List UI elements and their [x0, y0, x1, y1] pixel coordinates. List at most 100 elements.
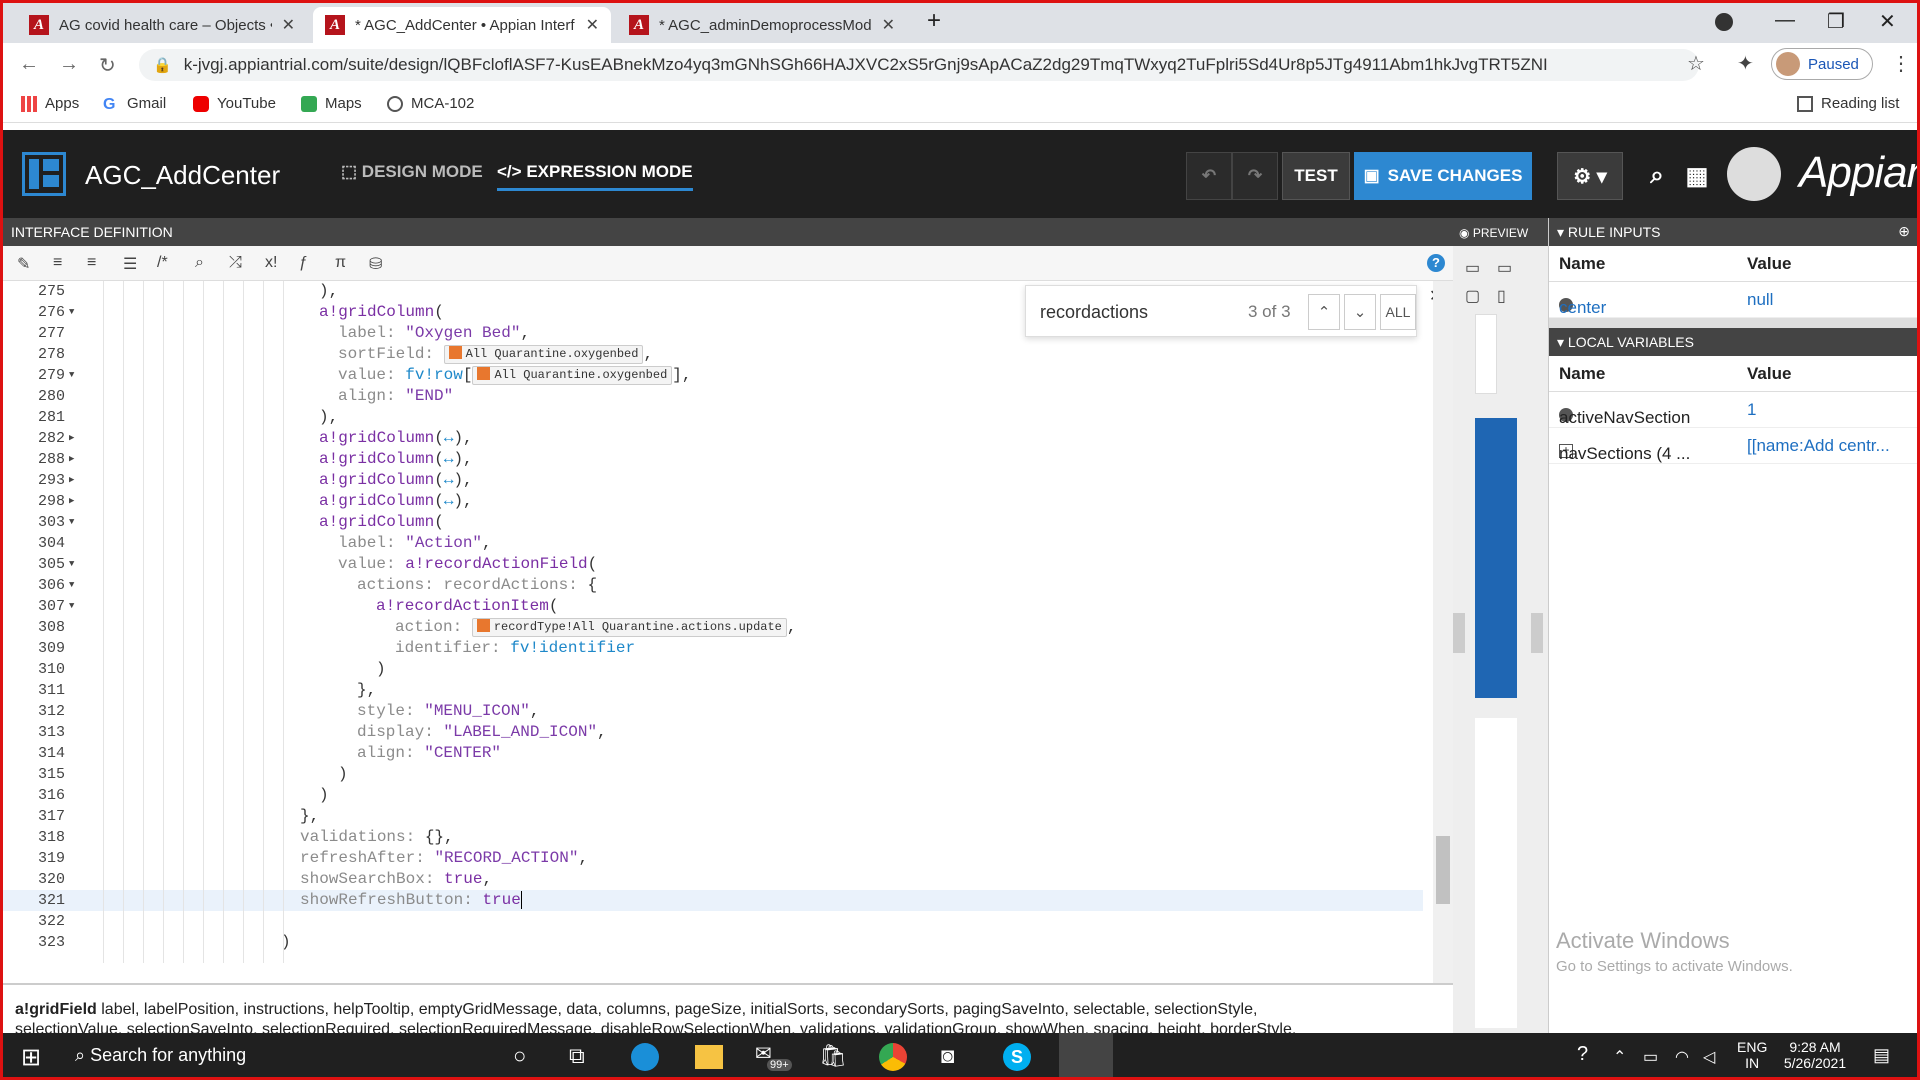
code-line[interactable]: 304 label: "Action",	[3, 533, 1423, 554]
find-input[interactable]: recordactions	[1040, 302, 1148, 323]
profile-button[interactable]: Paused	[1771, 48, 1873, 80]
fold-toggle-icon[interactable]: ▼	[69, 575, 74, 596]
restore-icon[interactable]: ❐	[1827, 9, 1845, 34]
save-changes-button[interactable]: ▣ SAVE CHANGES	[1354, 152, 1532, 200]
close-tab-icon[interactable]: ✕	[882, 15, 895, 35]
record-field-chip[interactable]: All Quarantine.oxygenbed	[443, 345, 644, 364]
fold-toggle-icon[interactable]: ▼	[69, 302, 74, 323]
code-line[interactable]: 322	[3, 911, 1423, 932]
minimize-icon[interactable]: —	[1775, 9, 1795, 32]
find-all-button[interactable]: ALL	[1380, 294, 1416, 330]
help-tray-icon[interactable]: ?	[1577, 1043, 1588, 1066]
rule-input-row[interactable]: center null	[1549, 282, 1917, 318]
code-line[interactable]: 282 ▶ a!gridColumn(↔),	[3, 428, 1423, 449]
find-next-button[interactable]: ⌄	[1344, 294, 1376, 330]
bookmark-apps[interactable]: Apps	[21, 95, 79, 112]
code-line[interactable]: 311},	[3, 680, 1423, 701]
close-window-icon[interactable]: ✕	[1879, 9, 1896, 34]
code-line[interactable]: 281),	[3, 407, 1423, 428]
format-wand-icon[interactable]: ✎	[17, 254, 30, 274]
bookmark-gmail[interactable]: G Gmail	[103, 95, 166, 113]
bookmark-mca102[interactable]: MCA-102	[387, 95, 474, 112]
list-icon[interactable]: ☰	[123, 254, 137, 274]
rule-inputs-header[interactable]: ▾ RULE INPUTS ⊕	[1549, 218, 1917, 246]
code-line[interactable]: 319 refreshAfter: "RECORD_ACTION",	[3, 848, 1423, 869]
browser-tab-addcenter[interactable]: A * AGC_AddCenter • Appian Interf ✕	[313, 7, 611, 43]
record-field-chip[interactable]: recordType!All Quarantine.actions.update	[471, 618, 787, 637]
code-line[interactable]: 316)	[3, 785, 1423, 806]
code-line[interactable]: 312 style: "MENU_ICON",	[3, 701, 1423, 722]
code-line[interactable]: 306 ▼ actions: recordActions: {	[3, 575, 1423, 596]
pi-icon[interactable]: π	[335, 254, 346, 272]
code-editor[interactable]: 275), 276 ▼ a!gridColumn( 277 label: "Oxyge…	[3, 281, 1433, 981]
fold-toggle-icon[interactable]: ▶	[69, 428, 74, 449]
wifi-icon[interactable]: ◠	[1675, 1047, 1689, 1067]
language-indicator[interactable]: ENG IN	[1737, 1039, 1767, 1071]
fold-toggle-icon[interactable]: ▼	[69, 365, 74, 386]
fold-toggle-icon[interactable]: ▶	[69, 491, 74, 512]
code-line[interactable]: 314 align: "CENTER"	[3, 743, 1423, 764]
code-line[interactable]: 318 validations: {},	[3, 827, 1423, 848]
fold-toggle-icon[interactable]: ▶	[69, 449, 74, 470]
fold-toggle-icon[interactable]: ▶	[69, 470, 74, 491]
code-line[interactable]: 279 ▼ value: fv!row[All Quarantine.oxygenb…	[3, 365, 1423, 386]
cortana-icon[interactable]: ○	[513, 1043, 526, 1069]
close-tab-icon[interactable]: ✕	[586, 15, 599, 35]
chrome-profile-taskbar[interactable]	[1059, 1033, 1113, 1077]
extensions-icon[interactable]: ✦	[1737, 51, 1754, 76]
outdent-icon[interactable]: ≡	[87, 254, 96, 272]
test-button[interactable]: TEST	[1282, 152, 1350, 200]
indent-icon[interactable]: ≡	[53, 254, 62, 272]
file-explorer-icon[interactable]	[695, 1045, 723, 1069]
collapse-left-handle[interactable]	[1453, 613, 1465, 653]
code-line[interactable]: 323)	[3, 932, 1423, 953]
edge-icon[interactable]	[631, 1043, 659, 1071]
code-line[interactable]: 309 identifier: fv!identifier	[3, 638, 1423, 659]
code-line[interactable]: 303 ▼ a!gridColumn(	[3, 512, 1423, 533]
settings-menu-button[interactable]: ⚙ ▾	[1557, 152, 1623, 200]
code-line[interactable]: 305 ▼ value: a!recordActionField(	[3, 554, 1423, 575]
help-icon[interactable]: ?	[1427, 254, 1445, 272]
taskbar-search[interactable]: ⌕ Search for anything	[75, 1045, 246, 1066]
bookmark-star-icon[interactable]: ☆	[1687, 51, 1705, 76]
add-rule-input-icon[interactable]: ⊕	[1898, 223, 1910, 240]
local-var-row[interactable]: + navSections (4 ... [[name:Add centr...	[1549, 428, 1917, 464]
code-line[interactable]: 315)	[3, 764, 1423, 785]
close-tab-icon[interactable]: ✕	[282, 15, 295, 35]
code-line[interactable]: 293 ▶ a!gridColumn(↔),	[3, 470, 1423, 491]
back-icon[interactable]: ←	[19, 53, 39, 76]
code-line[interactable]: 317},	[3, 806, 1423, 827]
database-search-icon[interactable]: ⛁	[369, 254, 382, 274]
code-line[interactable]: 307 ▼ a!recordActionItem(	[3, 596, 1423, 617]
undo-button[interactable]: ↶	[1186, 152, 1232, 200]
browser-tab-demoprocess[interactable]: A * AGC_adminDemoprocessMode ✕	[617, 7, 907, 43]
local-variables-header[interactable]: ▾ LOCAL VARIABLES	[1549, 328, 1917, 356]
fold-toggle-icon[interactable]: ▼	[69, 512, 74, 533]
browser-menu-icon[interactable]: ⋮	[1891, 51, 1911, 76]
search-icon[interactable]: ⌕	[195, 254, 204, 272]
replace-icon[interactable]: ⤮	[229, 254, 242, 272]
forward-icon[interactable]: →	[59, 53, 79, 76]
tray-chevron-icon[interactable]: ⌃	[1613, 1047, 1626, 1067]
url-bar[interactable]: 🔒 k-jvgj.appiantrial.com/suite/design/lQ…	[139, 49, 1699, 81]
tab-search-icon[interactable]	[1715, 13, 1733, 31]
volume-icon[interactable]: ◁	[1703, 1047, 1715, 1067]
comment-icon[interactable]: /*	[157, 254, 168, 272]
desktop-preview-icon[interactable]: ▭	[1465, 258, 1480, 278]
bookmark-youtube[interactable]: YouTube	[193, 95, 276, 112]
fold-toggle-icon[interactable]: ▼	[69, 554, 74, 575]
record-field-chip[interactable]: All Quarantine.oxygenbed	[472, 366, 673, 385]
collapse-right-handle[interactable]	[1531, 613, 1543, 653]
globe-search-icon[interactable]: ⌕	[1639, 152, 1675, 200]
code-line[interactable]: 321 showRefreshButton: true	[3, 890, 1423, 911]
design-mode-tab[interactable]: ⬚ DESIGN MODE	[341, 162, 483, 182]
clock[interactable]: 9:28 AM 5/26/2021	[1779, 1039, 1851, 1071]
notification-icon[interactable]: ▤	[1873, 1045, 1890, 1066]
bookmark-maps[interactable]: Maps	[301, 95, 362, 112]
code-line[interactable]: 280 align: "END"	[3, 386, 1423, 407]
reload-icon[interactable]: ↻	[99, 53, 116, 78]
monitor-preview-icon[interactable]: ▭	[1497, 258, 1512, 278]
reading-list[interactable]: Reading list	[1797, 95, 1899, 112]
phone-preview-icon[interactable]: ▯	[1497, 286, 1506, 306]
editor-scrollbar[interactable]	[1433, 281, 1453, 983]
